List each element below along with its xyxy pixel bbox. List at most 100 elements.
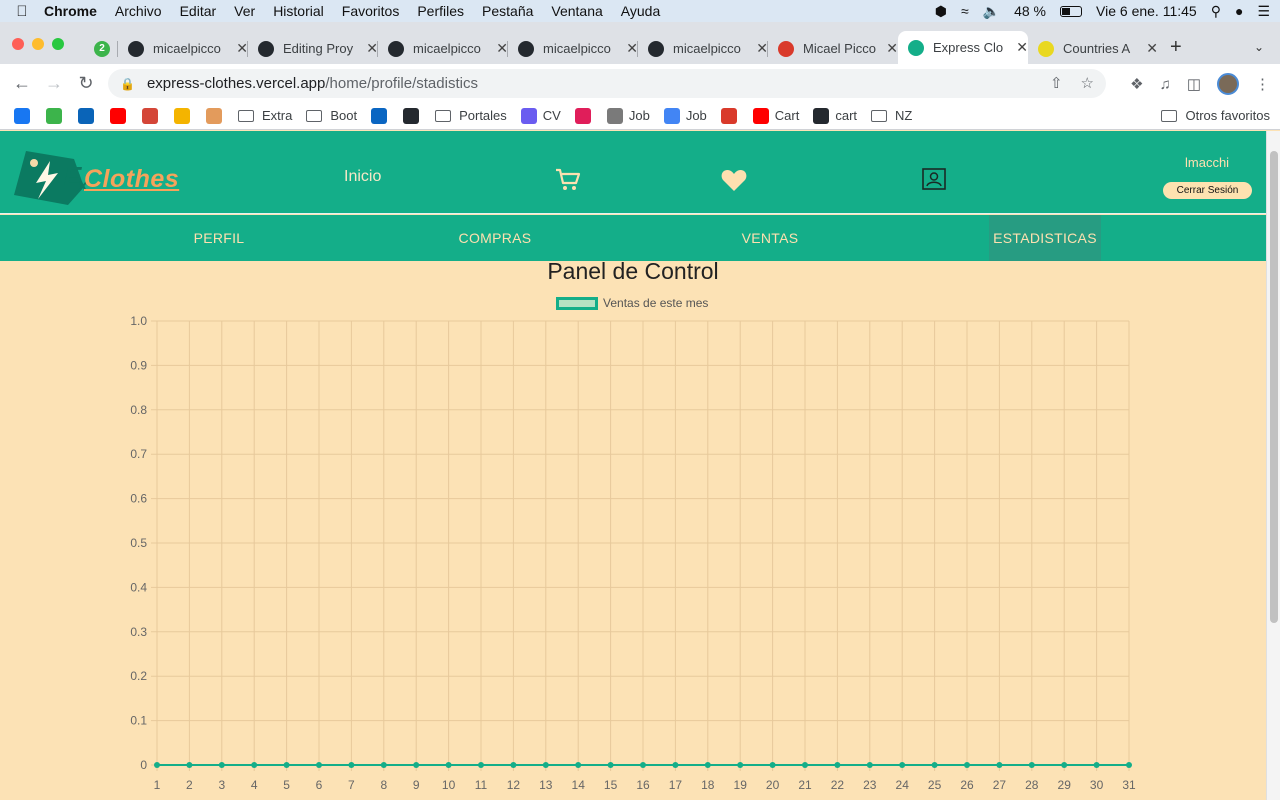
- vpn-icon[interactable]: ⬢: [935, 3, 947, 20]
- media-control-icon[interactable]: ♫: [1160, 76, 1171, 93]
- bookmark-item[interactable]: [110, 107, 132, 124]
- close-window-button[interactable]: [12, 38, 24, 50]
- bookmark-item[interactable]: [403, 107, 425, 124]
- tab-favicon-icon: [908, 39, 924, 56]
- back-button[interactable]: ←: [6, 73, 38, 94]
- menu-ayuda[interactable]: Ayuda: [621, 3, 660, 19]
- bookmark-item[interactable]: Extra: [238, 108, 292, 123]
- address-bar[interactable]: 🔒 express-clothes.vercel.app/home/profil…: [108, 69, 1106, 98]
- linkedin-icon: [371, 107, 388, 124]
- x-tick-label: 1: [154, 778, 161, 792]
- menu-ver[interactable]: Ver: [234, 3, 255, 19]
- tab-active[interactable]: Express Clo ✕: [898, 31, 1028, 64]
- x-tick-label: 15: [604, 778, 618, 792]
- page-scrollbar[interactable]: [1266, 131, 1280, 800]
- forward-button[interactable]: →: [38, 73, 70, 94]
- extensions-icon[interactable]: ❖: [1130, 75, 1143, 93]
- browser-tab[interactable]: Countries A ✕: [1028, 33, 1158, 64]
- bookmark-item[interactable]: Cart: [752, 107, 799, 124]
- menu-favoritos[interactable]: Favoritos: [342, 3, 400, 19]
- other-bookmarks-label: Otros favoritos: [1185, 108, 1270, 123]
- data-point: [802, 762, 808, 768]
- menu-archivo[interactable]: Archivo: [115, 3, 162, 19]
- bookmark-item[interactable]: [371, 107, 393, 124]
- bookmark-item[interactable]: [720, 107, 743, 124]
- spotlight-search-icon[interactable]: ⚲: [1211, 3, 1221, 20]
- new-tab-button[interactable]: +: [1170, 36, 1182, 59]
- bookmark-item[interactable]: [142, 107, 164, 124]
- menu-editar[interactable]: Editar: [180, 3, 217, 19]
- y-tick-label: 0.7: [130, 447, 147, 461]
- battery-icon[interactable]: [1060, 5, 1083, 17]
- bookmark-label: Extra: [262, 108, 293, 123]
- scrollbar-thumb[interactable]: [1270, 151, 1278, 623]
- x-tick-label: 20: [766, 778, 780, 792]
- bookmark-item[interactable]: Boot: [306, 108, 357, 123]
- bookmark-item[interactable]: Job: [606, 107, 650, 124]
- x-tick-label: 10: [442, 778, 456, 792]
- zoom-window-button[interactable]: [52, 38, 64, 50]
- control-center-icon[interactable]: ☰: [1257, 3, 1270, 20]
- bookmark-item[interactable]: [574, 107, 597, 124]
- bookmark-item[interactable]: cart: [813, 107, 857, 124]
- target-icon: [720, 107, 737, 124]
- close-tab-icon[interactable]: ✕: [1146, 40, 1158, 57]
- data-point: [413, 762, 420, 768]
- bookmark-item[interactable]: Job: [663, 107, 707, 124]
- tab-favicon-icon: [778, 40, 794, 57]
- other-bookmarks[interactable]: Otros favoritos: [1161, 108, 1270, 123]
- browser-tab[interactable]: micaelpicco ✕: [638, 33, 768, 64]
- bookmarks-bar: Extra Boot Portales CV Job Job Cart cart NZ Otro…: [0, 102, 1280, 130]
- url-path: /home/profile/stadistics: [325, 75, 478, 92]
- kebab-menu-icon[interactable]: ⋮: [1255, 75, 1270, 93]
- close-tab-icon[interactable]: ✕: [886, 40, 898, 57]
- folder-icon: [238, 109, 254, 122]
- x-tick-label: 17: [669, 778, 683, 792]
- tab-title: Countries A: [1063, 41, 1131, 56]
- minimize-window-button[interactable]: [32, 38, 44, 50]
- badge-icon: [46, 107, 62, 124]
- x-tick-label: 3: [218, 778, 225, 792]
- bookmark-item[interactable]: [14, 107, 36, 124]
- tab-favicon-icon: [518, 40, 534, 57]
- data-point: [1028, 762, 1035, 768]
- close-tab-icon[interactable]: ✕: [1016, 39, 1028, 56]
- menu-pestana[interactable]: Pestaña: [482, 3, 533, 19]
- chevron-down-icon[interactable]: ⌄: [1254, 40, 1264, 54]
- menu-clock[interactable]: Vie 6 ene. 11:45: [1096, 3, 1197, 19]
- youtube-icon: [110, 107, 126, 124]
- reload-button[interactable]: ↻: [70, 73, 102, 94]
- lock-icon[interactable]: 🔒: [120, 77, 135, 91]
- browser-tab[interactable]: 2: [84, 33, 118, 64]
- bookmark-label: NZ: [895, 108, 913, 123]
- browser-tab[interactable]: micaelpicco ✕: [508, 33, 638, 64]
- wifi-icon[interactable]: ≈: [961, 3, 969, 19]
- menu-historial[interactable]: Historial: [273, 3, 324, 19]
- bookmark-item[interactable]: [174, 107, 196, 124]
- x-tick-label: 25: [928, 778, 942, 792]
- bookmark-item[interactable]: CV: [520, 107, 561, 124]
- share-icon[interactable]: ⇧: [1050, 74, 1063, 92]
- bookmark-star-icon[interactable]: ☆: [1081, 74, 1094, 92]
- macos-menu-bar:  Chrome Archivo Editar Ver Historial Fa…: [0, 0, 1280, 22]
- menu-ventana[interactable]: Ventana: [551, 3, 602, 19]
- side-panel-icon[interactable]: ◫: [1187, 75, 1201, 93]
- siri-icon[interactable]: ●: [1235, 3, 1243, 19]
- bookmark-item[interactable]: Portales: [435, 108, 507, 123]
- browser-tab[interactable]: micaelpicco ✕: [118, 33, 248, 64]
- menu-app-name[interactable]: Chrome: [44, 3, 97, 19]
- browser-tab[interactable]: micaelpicco ✕: [378, 33, 508, 64]
- apple-icon[interactable]: : [0, 3, 44, 20]
- bookmark-item[interactable]: [78, 107, 100, 124]
- browser-tab[interactable]: Editing Proy ✕: [248, 33, 378, 64]
- bookmark-item[interactable]: [46, 107, 68, 124]
- data-point: [931, 762, 938, 768]
- tab-favicon-icon: [388, 40, 404, 57]
- profile-avatar[interactable]: [1217, 73, 1239, 95]
- browser-tab[interactable]: Micael Picco ✕: [768, 33, 898, 64]
- x-tick-label: 27: [993, 778, 1007, 792]
- menu-perfiles[interactable]: Perfiles: [417, 3, 464, 19]
- bookmark-item[interactable]: NZ: [871, 108, 912, 123]
- volume-icon[interactable]: 🔈: [983, 3, 1000, 20]
- bookmark-item[interactable]: [206, 107, 228, 124]
